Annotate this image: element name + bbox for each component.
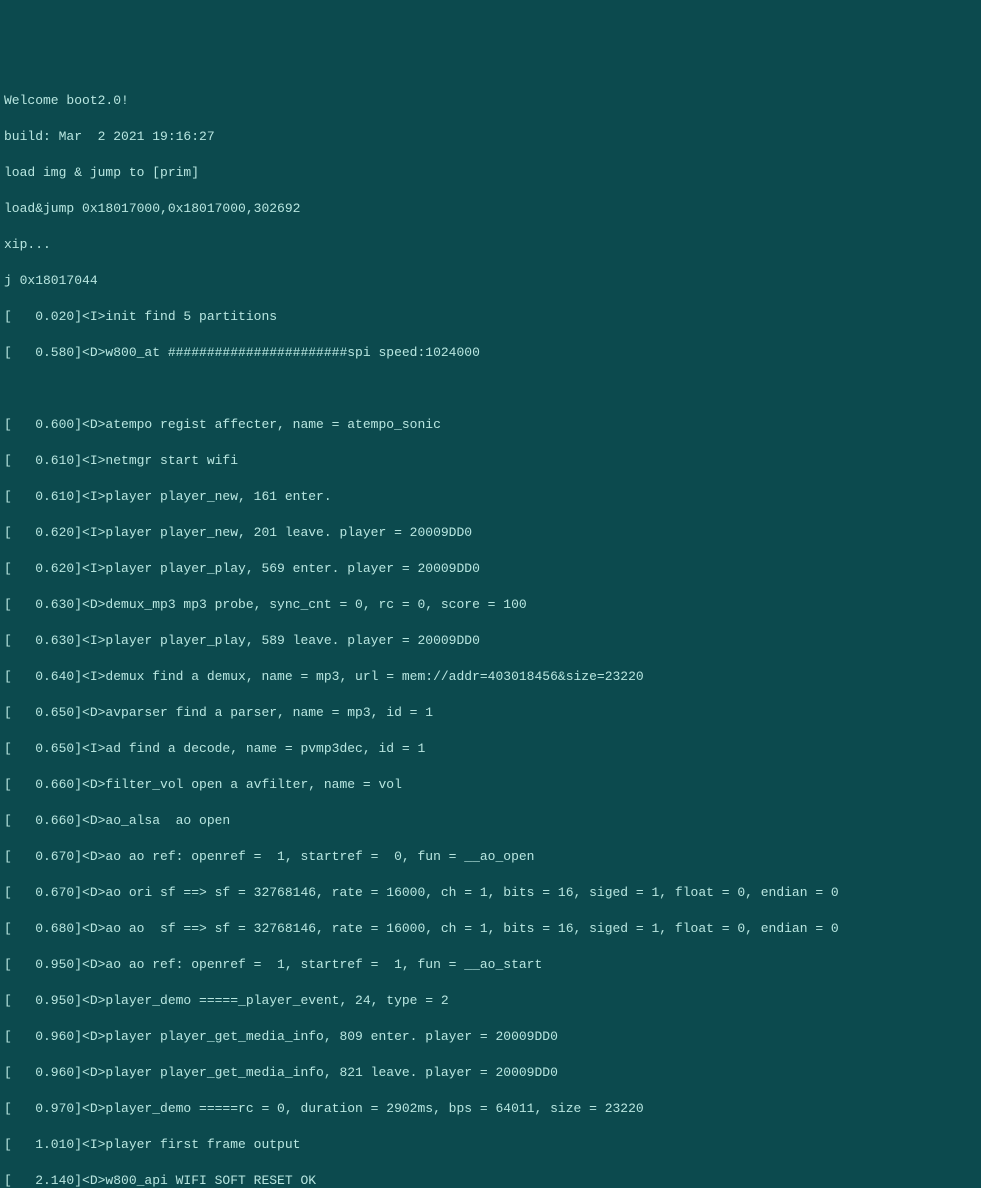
- log-line: [ 0.650]<D>avparser find a parser, name …: [4, 704, 977, 722]
- log-line: [ 0.670]<D>ao ori sf ==> sf = 32768146, …: [4, 884, 977, 902]
- log-line: [ 0.610]<I>netmgr start wifi: [4, 452, 977, 470]
- log-line: [ 0.960]<D>player player_get_media_info,…: [4, 1028, 977, 1046]
- log-line: [ 1.010]<I>player first frame output: [4, 1136, 977, 1154]
- log-line: [ 0.670]<D>ao ao ref: openref = 1, start…: [4, 848, 977, 866]
- log-line: [ 0.640]<I>demux find a demux, name = mp…: [4, 668, 977, 686]
- boot-jump-addr: j 0x18017044: [4, 272, 977, 290]
- log-line: [ 2.140]<D>w800_api WIFI SOFT RESET OK: [4, 1172, 977, 1188]
- log-line: [ 0.630]<I>player player_play, 589 leave…: [4, 632, 977, 650]
- log-line: [ 0.600]<D>atempo regist affecter, name …: [4, 416, 977, 434]
- boot-build: build: Mar 2 2021 19:16:27: [4, 128, 977, 146]
- log-line: [ 0.610]<I>player player_new, 161 enter.: [4, 488, 977, 506]
- log-line: [ 0.660]<D>filter_vol open a avfilter, n…: [4, 776, 977, 794]
- log-line: [4, 380, 977, 398]
- log-line: [ 0.680]<D>ao ao sf ==> sf = 32768146, r…: [4, 920, 977, 938]
- log-line: [ 0.950]<D>ao ao ref: openref = 1, start…: [4, 956, 977, 974]
- log-line: [ 0.950]<D>player_demo =====_player_even…: [4, 992, 977, 1010]
- log-line: [ 0.960]<D>player player_get_media_info,…: [4, 1064, 977, 1082]
- log-line: [ 0.620]<I>player player_play, 569 enter…: [4, 560, 977, 578]
- log-line: [ 0.620]<I>player player_new, 201 leave.…: [4, 524, 977, 542]
- boot-welcome: Welcome boot2.0!: [4, 92, 977, 110]
- terminal-output: Welcome boot2.0! build: Mar 2 2021 19:16…: [4, 74, 977, 664]
- boot-load-jump: load&jump 0x18017000,0x18017000,302692: [4, 200, 977, 218]
- log-line: [ 0.580]<D>w800_at #####################…: [4, 344, 977, 362]
- log-line: [ 0.630]<D>demux_mp3 mp3 probe, sync_cnt…: [4, 596, 977, 614]
- boot-load-img: load img & jump to [prim]: [4, 164, 977, 182]
- boot-xip: xip...: [4, 236, 977, 254]
- log-line: [ 0.650]<I>ad find a decode, name = pvmp…: [4, 740, 977, 758]
- log-line: [ 0.020]<I>init find 5 partitions: [4, 308, 977, 326]
- log-line: [ 0.660]<D>ao_alsa ao open: [4, 812, 977, 830]
- log-line: [ 0.970]<D>player_demo =====rc = 0, dura…: [4, 1100, 977, 1118]
